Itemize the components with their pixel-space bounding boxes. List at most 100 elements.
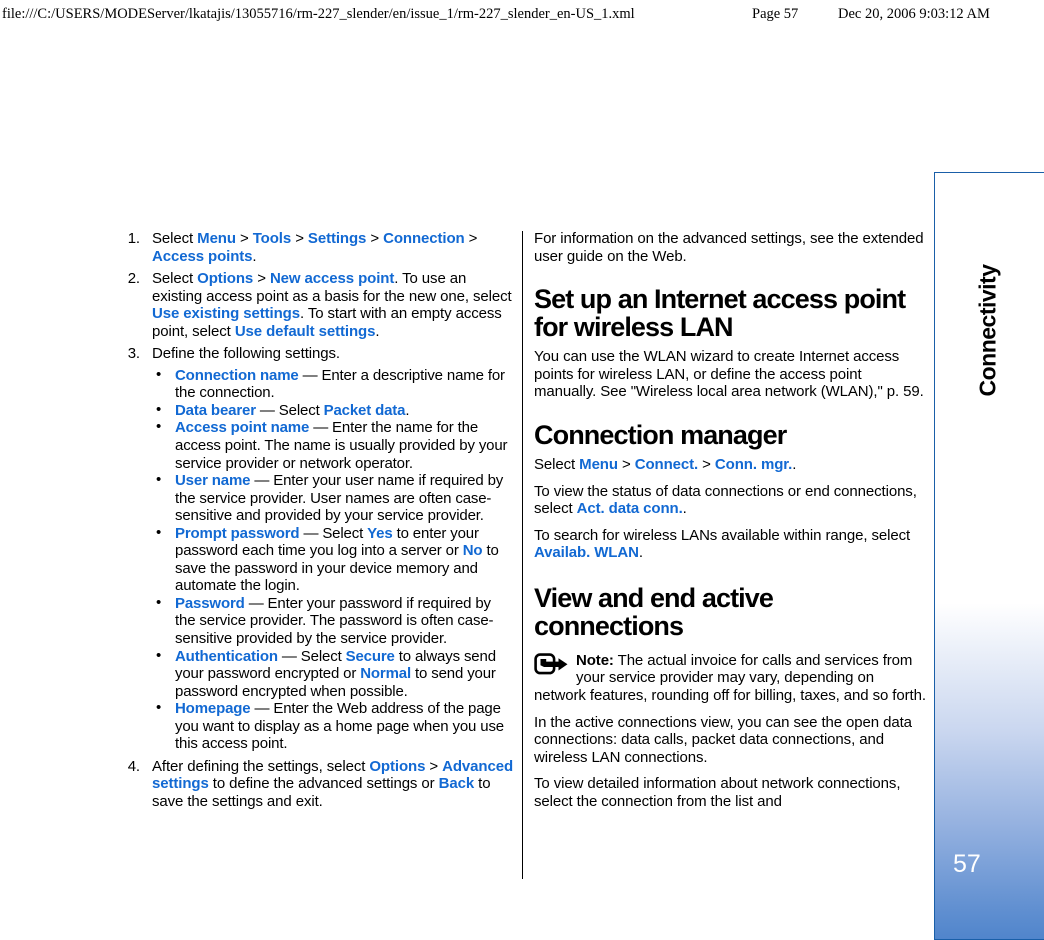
step-item: 3. Define the following settings. • Connect… xyxy=(118,345,513,753)
step-text: > xyxy=(253,270,270,288)
step-text: > xyxy=(291,230,308,247)
heading-connection-manager: Connection manager xyxy=(534,419,787,450)
step-item: 4. After defining the settings, select Op… xyxy=(118,758,513,811)
detail-information-paragraph: To view detailed information about netwo… xyxy=(534,775,901,810)
step-keyword: Connection xyxy=(383,230,465,247)
note-label: Note: xyxy=(576,651,614,669)
conn-mgr-keyword: Menu xyxy=(579,455,618,473)
setting-bullet-text: Prompt password — Select Yes to enter yo… xyxy=(175,525,499,595)
step-text: Select xyxy=(152,230,198,247)
column-divider xyxy=(522,231,523,879)
active-connections-paragraph: In the active connections view, you can … xyxy=(534,713,912,766)
setting-text: . xyxy=(405,401,410,419)
heading-setup-wlan-access-point: Set up an Internet access point for wire… xyxy=(534,284,906,343)
setting-bullet-text: Authentication — Select Secure to always… xyxy=(175,648,496,700)
step-keyword: New access point xyxy=(269,270,395,288)
print-header: file:///C:/USERS/MODEServer/lkatajis/130… xyxy=(0,6,1044,26)
step-item: 1. Select Menu > Tools > Settings > Conne… xyxy=(118,230,513,265)
setting-keyword: Normal xyxy=(360,665,411,683)
step-number: 4. xyxy=(127,757,140,775)
bullet-marker-icon: • xyxy=(156,699,162,717)
step-text: > xyxy=(464,230,478,247)
bullet-marker-icon: • xyxy=(156,400,162,418)
setting-bullet-text: Password — Enter your password if requir… xyxy=(175,594,494,647)
step-text: to define the advanced settings or xyxy=(208,775,439,793)
setting-text: — Select xyxy=(255,401,324,419)
setting-keyword: Password xyxy=(175,594,245,612)
conn-mgr-keyword: Connect. xyxy=(634,455,699,473)
step-text: . xyxy=(252,247,257,265)
setting-bullet-item: • Password — Enter your password if requi… xyxy=(152,593,513,648)
step-text: Select xyxy=(152,270,198,288)
settings-bullet-list: • Connection name — Enter a descriptive n… xyxy=(152,366,513,753)
step-text: Define the following settings. xyxy=(152,345,340,362)
setting-keyword: Packet data xyxy=(323,401,406,419)
step-keyword: Use default settings xyxy=(234,322,376,340)
step-text: > xyxy=(235,230,253,247)
step-keyword: Options xyxy=(197,270,254,288)
numbered-step-list: 1. Select Menu > Tools > Settings > Conne… xyxy=(118,230,513,811)
chapter-label: Connectivity xyxy=(974,264,1001,397)
note-arrow-icon xyxy=(534,653,574,675)
step-keyword: Options xyxy=(369,757,426,775)
conn-mgr-text: > xyxy=(617,455,635,473)
conn-mgr-text: . xyxy=(792,455,797,473)
bullet-marker-icon: • xyxy=(156,471,162,489)
step-text: > xyxy=(425,757,443,775)
setting-bullet-item: • Prompt password — Select Yes to enter y… xyxy=(152,523,513,595)
step-text: Define the following settings. xyxy=(152,345,340,363)
step-keyword: Menu xyxy=(197,230,236,247)
step-text: Select Options > New access point. To us… xyxy=(152,270,512,340)
setting-keyword: Data bearer xyxy=(175,401,256,419)
step-text: After defining the settings, select Opti… xyxy=(152,758,513,810)
setting-bullet-item: • Data bearer — Select Packet data. xyxy=(152,400,513,420)
bullet-marker-icon: • xyxy=(156,523,162,541)
step-number: 3. xyxy=(127,345,140,363)
bullet-marker-icon: • xyxy=(156,418,162,436)
search-keyword: Availab. WLAN xyxy=(534,544,639,562)
step-number: 1. xyxy=(127,230,140,247)
connection-manager-path: Select Menu > Connect. > Conn. mgr.. xyxy=(534,456,926,474)
setting-keyword: Access point name xyxy=(175,419,310,437)
setting-keyword: Yes xyxy=(367,524,393,542)
setting-bullet-item: • Access point name — Enter the name for … xyxy=(152,418,513,472)
step-keyword: Use existing settings xyxy=(152,305,300,323)
step-item: 2. Select Options > New access point. To … xyxy=(118,270,513,340)
bullet-marker-icon: • xyxy=(156,593,162,611)
bullet-marker-icon: • xyxy=(156,646,162,664)
setting-bullet-text: Connection name — Enter a descriptive na… xyxy=(175,367,505,402)
intro-paragraph: For information on the advanced settings… xyxy=(534,230,924,265)
search-text: . xyxy=(638,544,643,562)
conn-mgr-text: > xyxy=(698,455,715,473)
setting-keyword: Authentication xyxy=(175,647,278,665)
step-keyword: Tools xyxy=(252,230,292,247)
step-text: After defining the settings, select xyxy=(152,757,370,775)
conn-mgr-keyword: Conn. mgr. xyxy=(714,455,793,473)
header-timestamp: Dec 20, 2006 9:03:12 AM xyxy=(838,6,990,22)
setting-bullet-text: Data bearer — Select Packet data. xyxy=(175,401,410,419)
setting-keyword: No xyxy=(462,542,483,560)
step-text: > xyxy=(366,230,384,247)
document-page: file:///C:/USERS/MODEServer/lkatajis/130… xyxy=(0,0,1044,940)
header-page-label: Page 57 xyxy=(752,6,799,22)
setting-bullet-item: • Connection name — Enter a descriptive n… xyxy=(152,366,513,402)
search-wlan-paragraph: To search for wireless LANs available wi… xyxy=(534,527,926,562)
setting-bullet-text: Homepage — Enter the Web address of the … xyxy=(175,700,504,752)
setting-text: — Select xyxy=(277,647,346,665)
setting-keyword: User name xyxy=(175,472,251,490)
setting-bullet-item: • User name — Enter your user name if req… xyxy=(152,471,513,525)
setting-bullet-text: Access point name — Enter the name for t… xyxy=(175,419,508,471)
right-column: For information on the advanced settings… xyxy=(534,230,926,819)
step-number: 2. xyxy=(127,270,140,288)
setting-bullet-text: User name — Enter your user name if requ… xyxy=(175,472,503,524)
setting-keyword: Prompt password xyxy=(175,524,300,542)
setting-keyword: Connection name xyxy=(175,366,299,384)
page-number: 57 xyxy=(953,850,981,878)
setting-keyword: Secure xyxy=(345,647,395,665)
status-text: . xyxy=(682,500,687,518)
step-text: . xyxy=(375,322,380,340)
step-text: Select Menu > Tools > Settings > Connect… xyxy=(152,230,477,265)
wlan-paragraph: You can use the WLAN wizard to create In… xyxy=(534,348,924,401)
status-paragraph: To view the status of data connections o… xyxy=(534,483,926,518)
setting-keyword: Homepage xyxy=(175,700,251,718)
